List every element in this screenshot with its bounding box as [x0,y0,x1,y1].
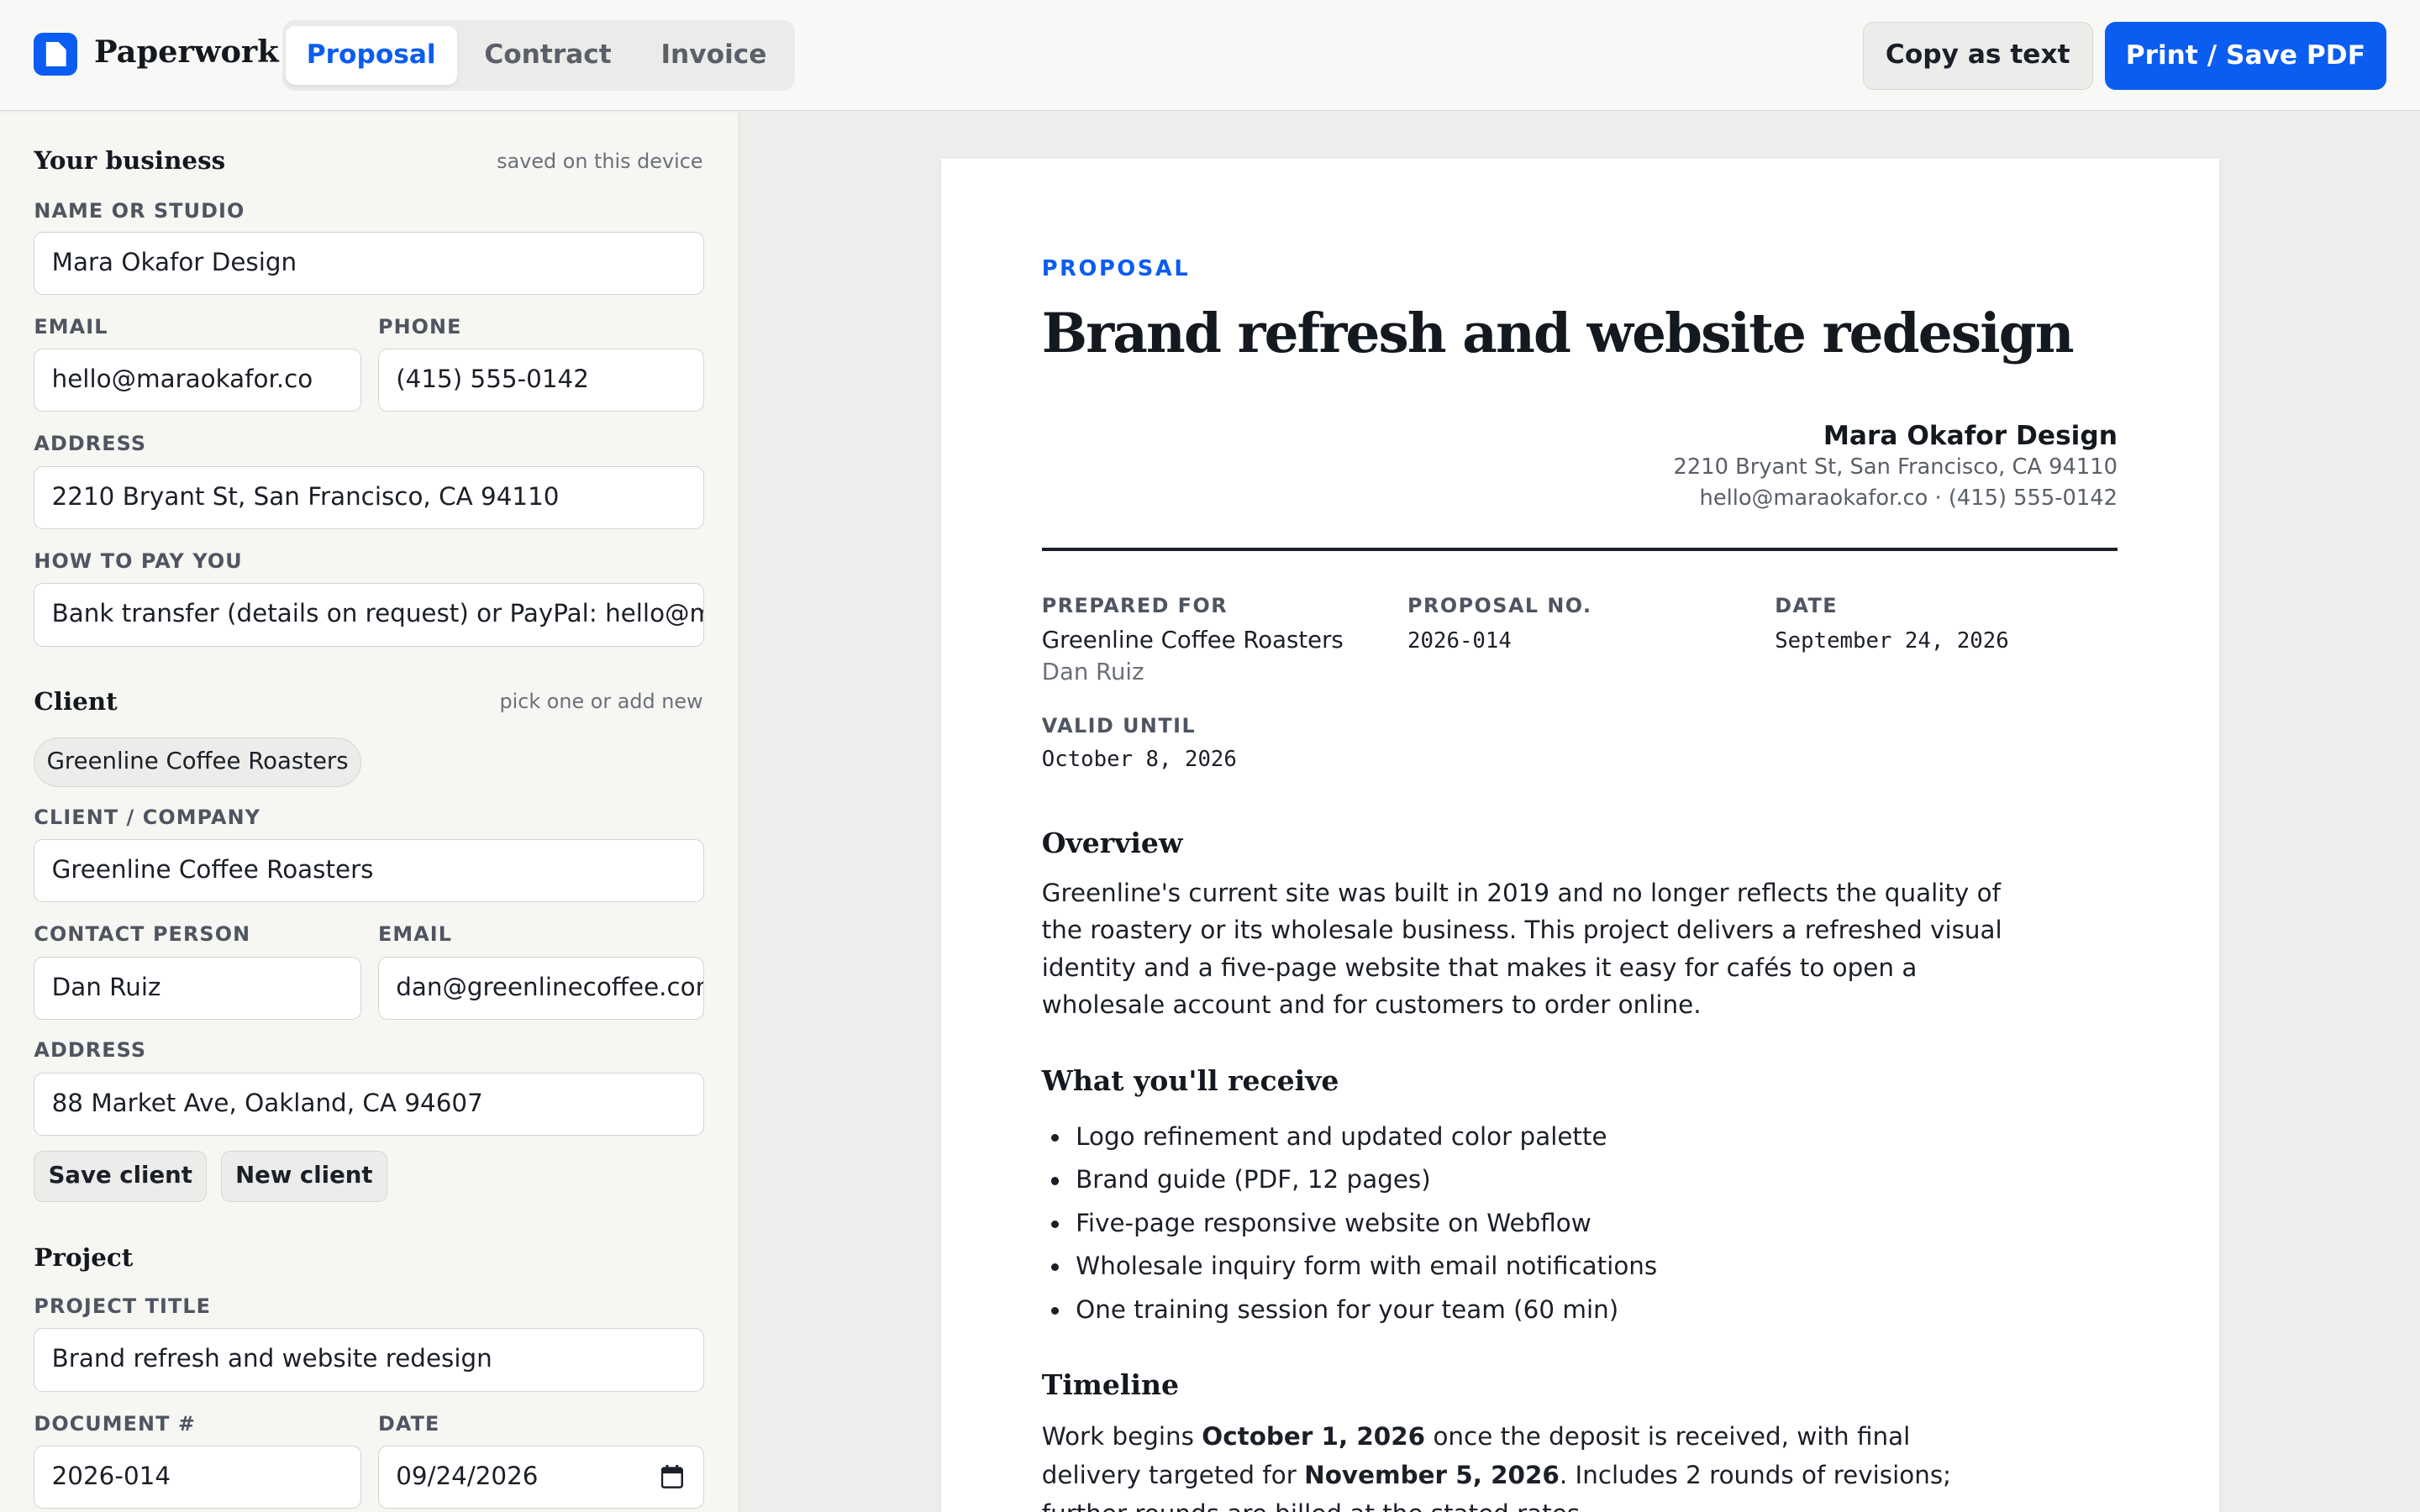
proposal-preview: PROPOSAL Brand refresh and website redes… [941,159,2220,1512]
sender-name: Mara Okafor Design [1823,421,2118,452]
project-title-label: PROJECT TITLE [34,1294,212,1318]
business-address-input[interactable]: 2210 Bryant St, San Francisco, CA 94110 [34,465,704,529]
client-contact-label: CONTACT PERSON [34,922,251,947]
document-type-kicker: PROPOSAL [1041,255,1191,281]
business-saved-note: saved on this device [497,150,703,174]
client-address-label: ADDRESS [34,1038,147,1063]
top-bar: Paperwork Proposal Contract Invoice Copy… [0,0,2420,112]
sender-contact: hello@maraokafor.co · (415) 555-0142 [1699,485,2118,511]
business-phone-input[interactable]: (415) 555-0142 [377,349,704,412]
business-name-input[interactable]: Mara Okafor Design [34,231,704,295]
timeline-text: Work begins October 1, 2026 once the dep… [1042,1418,2008,1512]
timeline-heading: Timeline [1041,1368,1180,1402]
document-logo-icon [34,32,77,76]
editor-sidebar: Your business saved on this device NAME … [0,113,739,1512]
prepared-for-label: PREPARED FOR [1041,594,1228,618]
list-item: Brand guide (PDF, 12 pages) [1042,1158,1657,1201]
client-pick-note: pick one or add new [499,690,703,713]
overview-heading: Overview [1041,827,1183,860]
timeline-end-date: November 5, 2026 [1304,1460,1560,1489]
tab-invoice[interactable]: Invoice [639,26,788,85]
save-client-button[interactable]: Save client [34,1151,208,1202]
calendar-icon[interactable] [660,1465,683,1488]
timeline-text-part: Work begins [1041,1421,1202,1451]
copy-as-text-button[interactable]: Copy as text [1862,21,2093,90]
client-email-label: EMAIL [377,922,453,947]
app-root: Paperwork Proposal Contract Invoice Copy… [0,0,2420,1512]
proposal-number-label: PROPOSAL NO. [1407,594,1592,618]
list-item: Five-page responsive website on Webflow [1042,1202,1657,1245]
deliverables-list: Logo refinement and updated color palett… [1042,1116,1657,1331]
sender-block: Mara Okafor Design 2210 Bryant St, San F… [1674,421,2118,513]
client-contact-input[interactable]: Dan Ruiz [34,956,361,1021]
date-label: DATE [377,1411,440,1436]
new-client-button[interactable]: New client [220,1151,387,1202]
business-phone-label: PHONE [377,314,462,339]
timeline-start-date: October 1, 2026 [1202,1421,1426,1451]
client-address-input[interactable]: 88 Market Ave, Oakland, CA 94607 [34,1072,704,1136]
document-number-label: DOCUMENT # [34,1411,196,1436]
client-email-input[interactable]: dan@greenlinecoffee.com [377,956,704,1021]
sender-address: 2210 Bryant St, San Francisco, CA 94110 [1673,454,2118,480]
payment-method-label: HOW TO PAY YOU [34,549,243,573]
tab-contract[interactable]: Contract [466,26,630,85]
app-name: Paperwork [94,34,279,71]
list-item: Logo refinement and updated color palett… [1042,1116,1657,1158]
section-title-client: Client [34,686,118,717]
valid-until-label: VALID UNTIL [1041,714,1197,738]
proposal-date-label: DATE [1775,594,1839,618]
date-input-value: 09/24/2026 [396,1461,539,1490]
client-company-label: CLIENT / COMPANY [34,805,261,829]
document-title: Brand refresh and website redesign [1041,302,2075,365]
tab-proposal[interactable]: Proposal [285,26,457,85]
business-name-label: NAME OR STUDIO [34,198,245,223]
proposal-number-value: 2026-014 [1407,627,1512,654]
date-input[interactable]: 09/24/2026 [377,1445,704,1509]
list-item: Wholesale inquiry form with email notifi… [1042,1245,1657,1288]
deliverables-heading: What you'll receive [1041,1064,1339,1098]
payment-method-input[interactable]: Bank transfer (details on request) or Pa… [34,583,704,647]
valid-until-value: October 8, 2026 [1041,746,1237,772]
overview-text: Greenline's current site was built in 20… [1041,879,2002,1019]
project-title-input[interactable]: Brand refresh and website redesign [34,1328,704,1392]
proposal-date-value: September 24, 2026 [1775,627,2009,654]
business-email-label: EMAIL [34,314,108,339]
section-title-project: Project [34,1242,134,1272]
saved-client-chip[interactable]: Greenline Coffee Roasters [34,737,361,787]
client-company-input[interactable]: Greenline Coffee Roasters [34,839,704,903]
document-number-input[interactable]: 2026-014 [34,1445,361,1509]
section-title-business: Your business [34,144,226,175]
prepared-for-company: Greenline Coffee Roasters [1041,626,1344,654]
business-address-label: ADDRESS [34,432,147,456]
print-save-pdf-button[interactable]: Print / Save PDF [2105,21,2386,90]
header-divider [1041,548,2118,551]
list-item: One training session for your team (60 m… [1042,1289,1657,1331]
document-type-tabs: Proposal Contract Invoice [282,19,795,92]
business-email-input[interactable]: hello@maraokafor.co [34,349,361,412]
prepared-for-contact: Dan Ruiz [1041,659,1144,686]
